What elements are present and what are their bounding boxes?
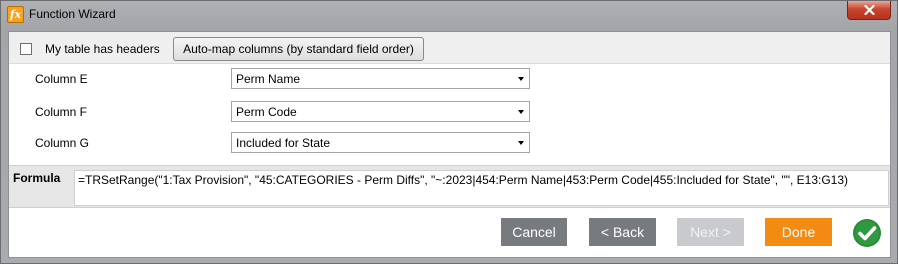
close-button[interactable] xyxy=(847,1,891,20)
fx-icon: fx xyxy=(7,6,24,23)
field-select[interactable]: Perm Name xyxy=(231,68,530,89)
cancel-button[interactable]: Cancel xyxy=(501,218,567,246)
headers-checkbox[interactable] xyxy=(20,43,32,55)
mapping-row: Column F Perm Code xyxy=(9,101,890,125)
caret-down-icon xyxy=(518,110,524,114)
field-select-value: Included for State xyxy=(236,136,331,150)
wizard-content: My table has headers Auto-map columns (b… xyxy=(8,31,891,258)
formula-text[interactable]: =TRSetRange("1:Tax Provision", "45:CATEG… xyxy=(74,170,889,206)
mapping-row: Column E Perm Name xyxy=(9,68,890,92)
automap-columns-button[interactable]: Auto-map columns (by standard field orde… xyxy=(173,37,424,61)
close-icon xyxy=(864,5,875,15)
done-button[interactable]: Done xyxy=(765,218,832,246)
function-wizard-window: fx Function Wizard My table has headers … xyxy=(0,0,898,264)
mapping-row: Column G Included for State xyxy=(9,132,890,156)
field-select[interactable]: Perm Code xyxy=(231,101,530,122)
caret-down-icon xyxy=(518,77,524,81)
caret-down-icon xyxy=(518,141,524,145)
field-select-value: Perm Code xyxy=(236,105,297,119)
column-label: Column E xyxy=(35,72,88,86)
formula-bar: Formula =TRSetRange("1:Tax Provision", "… xyxy=(9,165,890,208)
window-title: Function Wizard xyxy=(29,7,116,21)
next-button[interactable]: Next > xyxy=(677,218,744,246)
field-select[interactable]: Included for State xyxy=(231,132,530,153)
checkmark-circle-icon[interactable] xyxy=(852,218,882,248)
back-button[interactable]: < Back xyxy=(589,218,656,246)
column-label: Column F xyxy=(35,105,88,119)
formula-label: Formula xyxy=(13,171,61,185)
title-bar[interactable]: fx Function Wizard xyxy=(1,1,897,29)
column-label: Column G xyxy=(35,136,90,150)
field-select-value: Perm Name xyxy=(236,72,301,86)
header-options: My table has headers Auto-map columns (b… xyxy=(9,32,890,64)
headers-checkbox-label[interactable]: My table has headers xyxy=(45,42,160,56)
